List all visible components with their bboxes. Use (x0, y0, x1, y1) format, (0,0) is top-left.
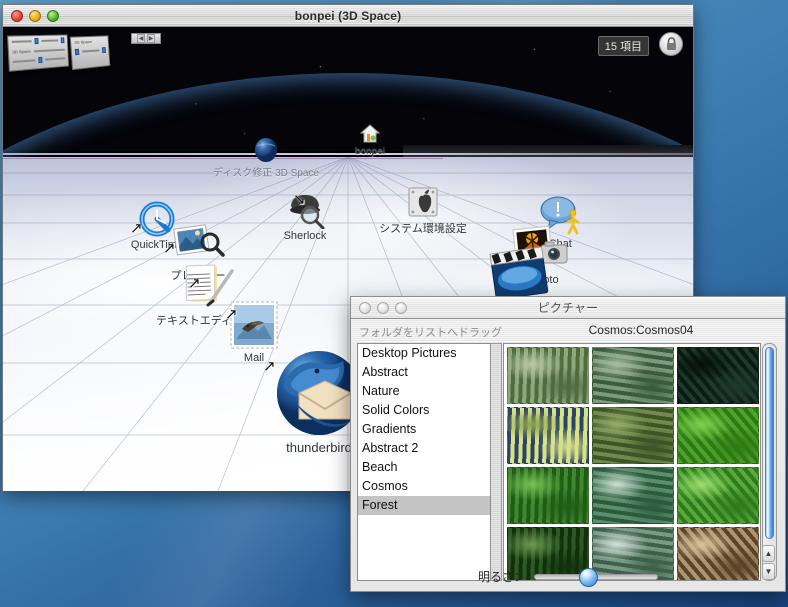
thumbnail-ladybug-green[interactable] (677, 407, 759, 464)
thumbnail-insect-on-leaf[interactable] (507, 407, 589, 464)
plate-label: 3D Space (12, 48, 31, 55)
pictures-window-title: ピクチャー (537, 301, 599, 315)
zoom-button[interactable] (395, 301, 407, 314)
drag-arrow-icon: ↗ (188, 275, 201, 292)
icon-label: Sherlock (283, 230, 327, 242)
space-window-traffic-lights[interactable] (11, 9, 59, 22)
space-window-titlebar[interactable]: bonpei (3D Space) (3, 5, 693, 27)
thumbnail-grid[interactable] (504, 344, 760, 580)
folder-list-item[interactable]: Gradients (358, 420, 490, 439)
icon-label: bonpei (354, 146, 386, 157)
drag-arrow-icon: ↗ (130, 220, 143, 237)
thumbnail-forest-trunks[interactable] (507, 347, 589, 404)
close-button[interactable] (11, 9, 23, 22)
folder-list-item[interactable]: Beach (358, 458, 490, 477)
thumbnail-pane[interactable] (503, 343, 761, 581)
folder-list-item[interactable]: Cosmos (358, 477, 490, 496)
thumbnail-moss-texture[interactable] (592, 407, 674, 464)
thumbnail-misty-woods[interactable] (592, 347, 674, 404)
nav-next-icon[interactable]: ▶ (147, 34, 155, 43)
control-plate-left[interactable]: 3D Space (6, 34, 70, 72)
lock-glyph-icon (666, 37, 676, 50)
space-window-title: bonpei (3D Space) (294, 8, 402, 23)
brightness-slider[interactable] (534, 567, 658, 587)
plate-row (72, 45, 109, 58)
icon-disk-3d-space[interactable]: ディスク修正 3D Space (211, 137, 321, 179)
lock-icon[interactable] (659, 32, 683, 56)
plate-row (9, 53, 68, 67)
drag-folder-hint: フォルダをリストへドラッグ (359, 327, 502, 339)
thumbnail-dark-bamboo[interactable] (677, 347, 759, 404)
icon-bonpei-home[interactable]: bonpei (343, 123, 397, 157)
thumbnail-green-tendril[interactable] (677, 467, 759, 524)
nav-prev-icon[interactable]: ◀ (137, 34, 145, 43)
scrollbar-thumb[interactable] (765, 347, 774, 539)
folder-list-scrollbar[interactable] (491, 343, 502, 581)
pictures-window-titlebar[interactable]: ピクチャー (351, 297, 785, 319)
folder-list-item[interactable]: Abstract (358, 363, 490, 382)
pictures-window-body: フォルダをリストへドラッグ Cosmos:Cosmos04 Desktop Pi… (351, 319, 785, 591)
scroll-up-icon[interactable]: ▲ (762, 545, 775, 562)
folder-list-item[interactable]: Desktop Pictures (358, 344, 490, 363)
folder-list-item[interactable]: Abstract 2 (358, 439, 490, 458)
drag-arrow-icon: ↗ (225, 306, 238, 323)
brightness-row: 明るさ： (351, 567, 785, 587)
picture-path-label: Cosmos:Cosmos04 (588, 323, 694, 337)
minimize-button[interactable] (377, 301, 389, 314)
minimize-button[interactable] (29, 9, 41, 22)
icon-label: システム環境設定 (379, 223, 467, 235)
plate-label: 3D Space (74, 38, 92, 45)
close-button[interactable] (359, 301, 371, 314)
folder-list[interactable]: Desktop Pictures Abstract Nature Solid Colo… (357, 343, 491, 581)
home-folder-icon (359, 124, 381, 143)
thumbnail-fern-curl[interactable] (507, 467, 589, 524)
brightness-slider-knob[interactable] (579, 567, 599, 587)
drag-arrow-icon: ↗ (163, 240, 176, 257)
thumbnail-dewy-spiderweb[interactable] (592, 467, 674, 524)
icon-label: ディスク修正 3D Space (213, 168, 319, 179)
icon-system-preferences[interactable]: システム環境設定 (365, 185, 481, 236)
item-count-badge: 15 項目 (597, 36, 649, 56)
control-plate-right[interactable]: 3D Space (69, 35, 111, 71)
drag-arrow-icon: ↘ (293, 191, 306, 208)
blue-sphere-icon (255, 138, 277, 162)
folder-list-item[interactable]: Forest (358, 496, 490, 515)
zoom-button[interactable] (47, 9, 59, 22)
folder-list-item[interactable]: Nature (358, 382, 490, 401)
brightness-label: 明るさ： (477, 570, 526, 584)
imovie-icon (489, 246, 549, 300)
system-prefs-icon (408, 187, 438, 217)
drag-arrow-icon: ↗ (263, 358, 276, 375)
folder-list-item[interactable]: Solid Colors (358, 401, 490, 420)
space-nav-widget[interactable]: ◀ ▶ (131, 33, 161, 44)
pictures-window[interactable]: ピクチャー フォルダをリストへドラッグ Cosmos:Cosmos04 Desk… (350, 296, 786, 592)
pictures-window-traffic-lights[interactable] (359, 301, 407, 314)
